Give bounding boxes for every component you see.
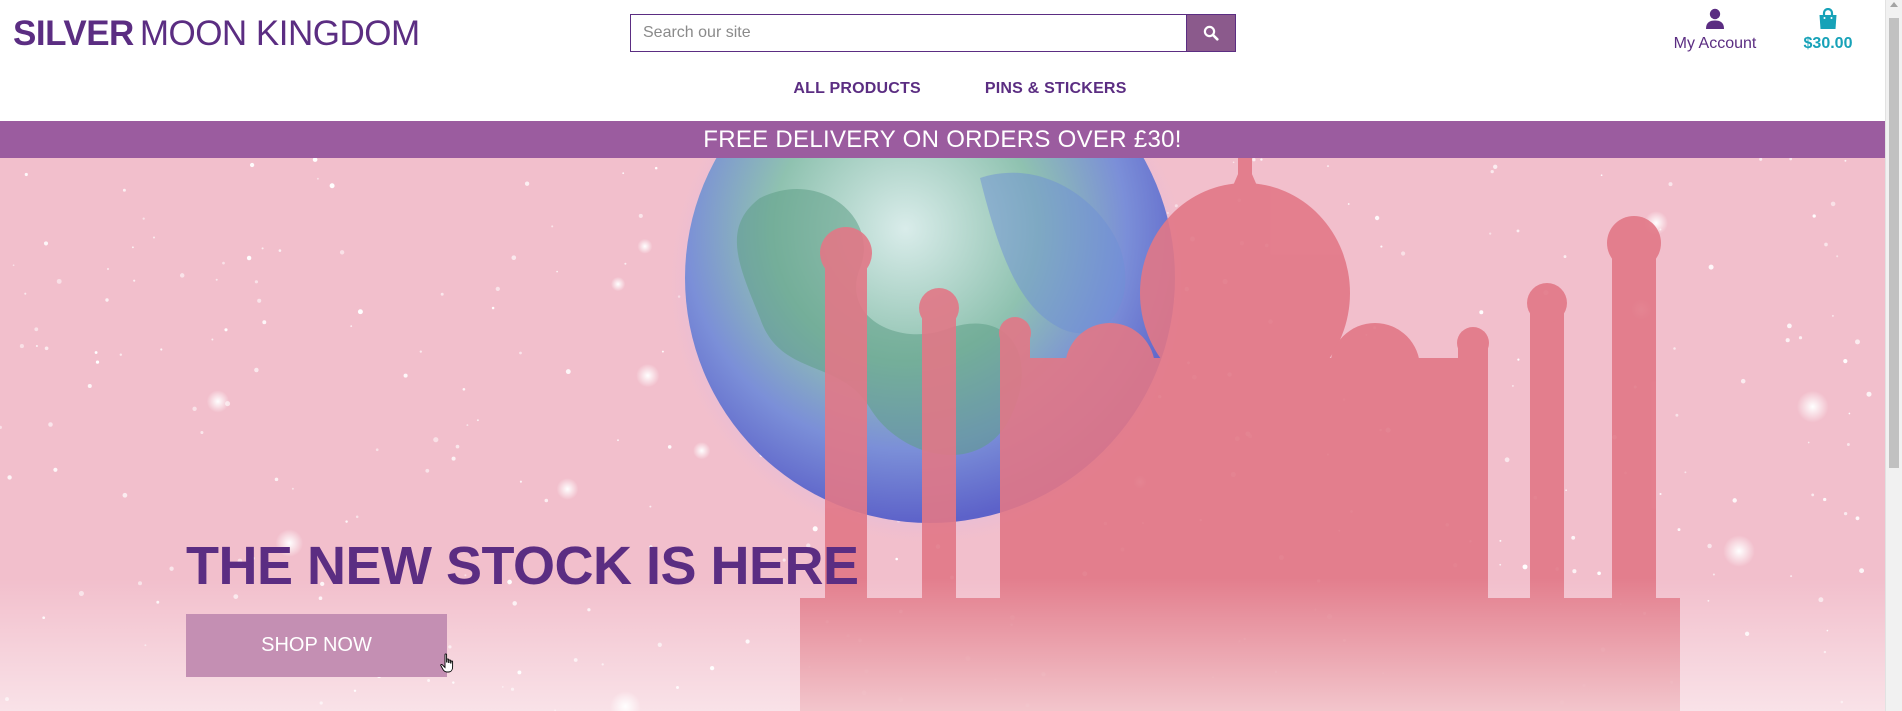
cart-link[interactable]: $30.00 [1788,7,1868,54]
cart-total: $30.00 [1803,35,1853,52]
shop-now-button[interactable]: SHOP NOW [186,614,447,677]
user-icon [1660,8,1770,32]
logo-rest-text: MOON KINGDOM [139,14,420,53]
site-logo[interactable]: SILVER MOON KINGDOM [13,14,420,54]
hand-pointer-cursor-icon [440,653,454,673]
nav-item-pins-stickers[interactable]: PINS & STICKERS [985,80,1127,98]
page: SILVERMOON KINGDOM My Account [0,0,1902,711]
search-icon [1203,25,1219,41]
main-nav: ALL PRODUCTS PINS & STICKERS [0,80,1885,98]
page-scrollbar[interactable] [1885,0,1902,711]
site-header: SILVERMOON KINGDOM My Account [0,0,1885,121]
my-account-link[interactable]: My Account [1660,8,1770,54]
hero-banner: THE NEW STOCK IS HERE SHOP NOW [0,158,1885,711]
my-account-label: My Account [1673,35,1757,52]
scroll-up-arrow-icon[interactable] [1890,2,1898,7]
hero-title: THE NEW STOCK IS HERE [186,536,859,597]
search-form [630,14,1236,52]
search-button[interactable] [1186,14,1236,52]
scroll-thumb[interactable] [1889,18,1899,468]
nav-item-all-products[interactable]: ALL PRODUCTS [793,80,920,98]
logo-bold-text: SILVER [13,14,134,53]
search-input[interactable] [630,14,1186,52]
free-delivery-banner: FREE DELIVERY ON ORDERS OVER £30! [0,121,1885,158]
shopping-bag-icon [1788,7,1868,32]
